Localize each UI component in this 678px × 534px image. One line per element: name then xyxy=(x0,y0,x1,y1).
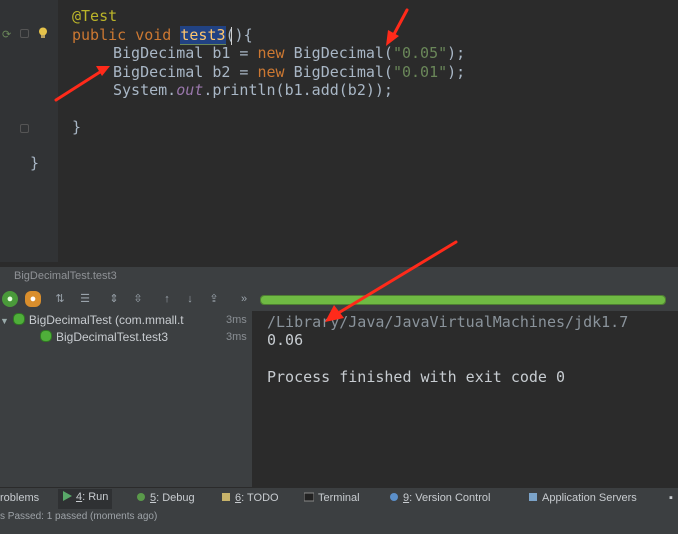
test-duration: 3ms xyxy=(226,331,247,343)
b1-end: ); xyxy=(447,44,466,62)
fold-marker[interactable] xyxy=(20,29,29,38)
test-progress-bar xyxy=(260,295,666,305)
tab-terminal-label: Terminal xyxy=(318,492,360,504)
tab-application-servers[interactable]: Application Servers xyxy=(528,492,637,504)
tree-row-suite[interactable]: ▼ BigDecimalTest (com.mmall.t xyxy=(0,313,184,329)
export-results-icon[interactable]: ⇪ xyxy=(206,291,222,307)
code-line-annotation: @Test xyxy=(72,7,117,25)
b1-declaration: BigDecimal b1 = xyxy=(113,44,258,62)
code-line-b2: BigDecimal b2 = new BigDecimal("0.01"); xyxy=(113,63,465,81)
expand-all-icon[interactable]: ⇕ xyxy=(106,291,122,307)
tab-todo[interactable]: 6: TODO xyxy=(221,492,279,504)
pass-icon xyxy=(40,330,52,342)
keyword-void: void xyxy=(135,26,172,44)
next-failed-icon[interactable]: ↓ xyxy=(182,291,198,307)
tab-version-control[interactable]: 9: Version Control xyxy=(389,492,490,504)
code-line-b1: BigDecimal b1 = new BigDecimal("0.05"); xyxy=(113,44,465,62)
run-icon xyxy=(62,490,72,501)
todo-icon xyxy=(221,492,231,502)
code-line-println: System.out.println(b1.add(b2)); xyxy=(113,81,393,99)
status-text: s Passed: 1 passed (moments ago) xyxy=(0,511,158,522)
annotation-text: @Test xyxy=(72,7,118,25)
console-result: 0.06 xyxy=(267,331,304,349)
tab-todo-label: : TODO xyxy=(241,492,279,504)
close-brace: } xyxy=(30,154,40,172)
more-actions-icon[interactable]: » xyxy=(236,291,252,307)
tree-row-test[interactable]: BigDecimalTest.test3 xyxy=(40,330,168,346)
tab-terminal[interactable]: Terminal xyxy=(303,492,360,504)
tab-run[interactable]: 4: Run xyxy=(58,489,113,509)
tab-vc-label: : Version Control xyxy=(409,492,491,504)
console-output[interactable]: /Library/Java/JavaVirtualMachines/jdk1.7… xyxy=(254,311,678,487)
show-passed-toggle-icon[interactable]: ● xyxy=(2,291,18,307)
b2-constructor: BigDecimal( xyxy=(284,63,393,81)
method-name-highlighted: test3 xyxy=(180,26,226,45)
collapse-triangle-icon[interactable]: ▼ xyxy=(0,316,9,326)
keyword-new: new xyxy=(257,44,285,62)
test-label: BigDecimalTest.test3 xyxy=(56,330,169,344)
b2-end: ); xyxy=(447,63,466,81)
keyword-new: new xyxy=(257,63,285,81)
console-java-path: /Library/Java/JavaVirtualMachines/jdk1.7 xyxy=(267,313,629,331)
tab-overflow-icon[interactable]: ▪ xyxy=(669,492,673,504)
println-call: .println(b1.add(b2)); xyxy=(203,81,393,99)
close-brace: } xyxy=(72,118,82,136)
tab-app-servers-label: Application Servers xyxy=(542,492,637,504)
code-line-close-class: } xyxy=(30,154,39,172)
tab-problems-label: roblems xyxy=(0,492,40,504)
collapse-all-icon[interactable]: ⇳ xyxy=(130,291,146,307)
b2-string: "0.01" xyxy=(392,63,448,81)
b1-constructor: BigDecimal( xyxy=(284,44,393,62)
suite-duration: 3ms xyxy=(226,314,247,326)
code-editor[interactable]: ⟳ @Test public void test3(){ BigDecimal … xyxy=(0,0,678,262)
tool-window-bar: roblems 4: Run 5: Debug 6: TODO Terminal… xyxy=(0,487,678,510)
tab-problems[interactable]: roblems xyxy=(0,492,39,504)
test-progress-fill xyxy=(261,296,665,304)
b2-declaration: BigDecimal b2 = xyxy=(113,63,258,81)
pass-icon xyxy=(12,313,25,325)
version-control-icon xyxy=(389,492,399,502)
lightbulb-icon[interactable] xyxy=(38,26,48,38)
text-caret xyxy=(231,27,232,45)
tab-debug-label: : Debug xyxy=(156,492,195,504)
fold-marker[interactable] xyxy=(20,124,29,133)
run-gutter-icon[interactable]: ⟳ xyxy=(2,28,11,41)
run-configuration-title: BigDecimalTest.test3 xyxy=(14,270,117,282)
show-ignored-toggle-icon[interactable]: ● xyxy=(25,291,41,307)
editor-gutter: ⟳ xyxy=(0,0,58,262)
test-results-tree[interactable]: ▼ BigDecimalTest (com.mmall.t 3ms BigDeci… xyxy=(0,311,252,487)
code-line-method-signature: public void test3(){ xyxy=(72,26,253,45)
app-servers-icon xyxy=(528,492,538,502)
status-bar: s Passed: 1 passed (moments ago) xyxy=(0,509,678,534)
method-params: (){ xyxy=(225,26,253,44)
tab-run-label: : Run xyxy=(82,491,109,503)
previous-failed-icon[interactable]: ↑ xyxy=(159,291,175,307)
b1-string: "0.05" xyxy=(392,44,448,62)
system-class: System. xyxy=(113,81,177,99)
code-line-close-method: } xyxy=(72,118,81,136)
sort-duration-icon[interactable]: ☰ xyxy=(77,291,93,307)
keyword-public: public xyxy=(72,26,127,44)
console-exit-message: Process finished with exit code 0 xyxy=(267,368,566,386)
sort-alpha-icon[interactable]: ⇅ xyxy=(52,291,68,307)
debug-icon xyxy=(136,492,146,502)
out-field: out xyxy=(176,81,204,99)
run-toolbar: ● ● ⇅ ☰ ⇕ ⇳ ↑ ↓ ⇪ » xyxy=(0,287,678,311)
suite-label: BigDecimalTest (com.mmall.t xyxy=(28,313,184,327)
run-panel-header: BigDecimalTest.test3 xyxy=(0,266,678,287)
terminal-icon xyxy=(303,492,315,502)
tab-debug[interactable]: 5: Debug xyxy=(136,492,195,504)
